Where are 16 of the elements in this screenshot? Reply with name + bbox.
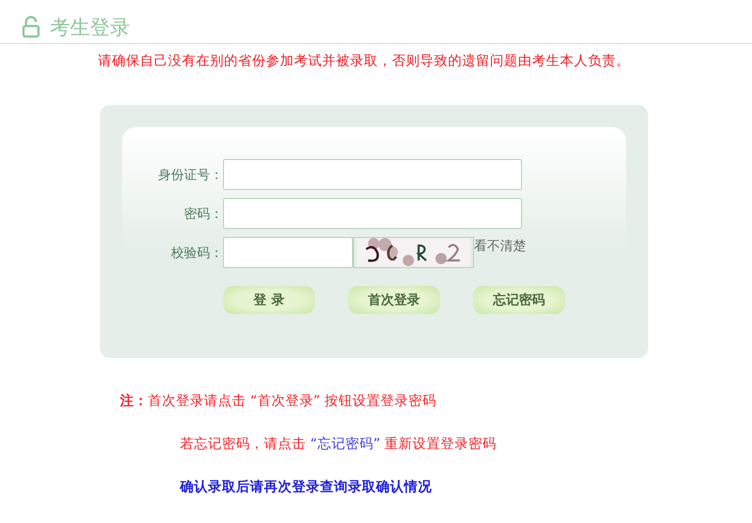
note-text: 若忘记密码，请点击 “忘记密码” 重新设置登录密码	[180, 436, 497, 452]
field-label: 密码：	[183, 206, 223, 222]
note-text: 确认录取后请再次登录查询录取确认情况	[180, 479, 432, 495]
form-button[interactable]: 忘记密码	[473, 286, 565, 314]
page-title: 考生登录	[50, 14, 130, 40]
input-field[interactable]	[223, 237, 353, 268]
form-button[interactable]: 首次登录	[348, 286, 440, 314]
input-field[interactable]	[223, 198, 522, 229]
note-text: 注：首次登录请点击 “首次登录” 按钮设置登录密码	[120, 393, 437, 409]
field-label: 身份证号：	[157, 166, 223, 184]
refresh-captcha-link[interactable]: 看不清楚	[474, 237, 526, 255]
field-label: 校验码：	[170, 244, 223, 262]
input-field[interactable]	[223, 159, 522, 190]
form-button[interactable]: 登 录	[223, 286, 315, 314]
warning-text: 请确保自己没有在别的省份参加考试并被录取，否则导致的遗留问题由考生本人负责。	[98, 52, 631, 70]
padlock-icon	[22, 16, 40, 38]
